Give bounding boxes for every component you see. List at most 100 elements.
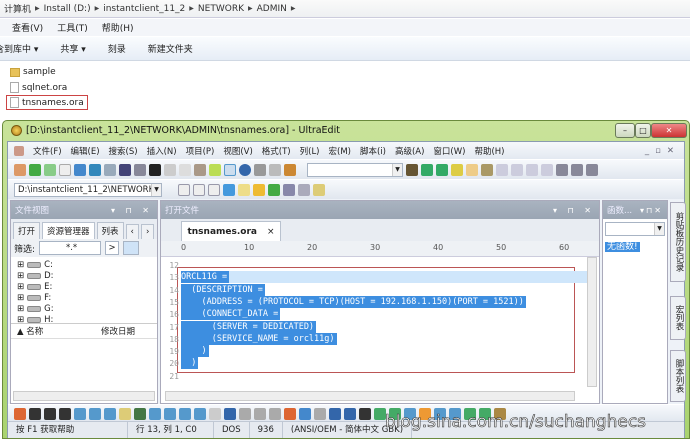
menu-format[interactable]: 格式(T) — [262, 145, 291, 157]
copy-icon[interactable] — [269, 163, 281, 176]
toolbar-icon[interactable] — [224, 407, 236, 420]
menu-tools[interactable]: 工具(T) — [57, 21, 88, 34]
code-area[interactable]: 12 13 ORCL11G = 14 (DESCRIPTION = 15 (ADDRES… — [161, 261, 587, 385]
toolbar-icon[interactable] — [44, 407, 56, 420]
close-tab-icon[interactable]: × — [267, 227, 275, 237]
wrap-icon[interactable] — [224, 163, 236, 176]
close-button[interactable]: ✕ — [651, 123, 687, 138]
toolbar-icon[interactable] — [299, 407, 311, 420]
view-icon[interactable] — [541, 163, 553, 176]
drive-item[interactable]: ⊞ C: — [11, 259, 157, 270]
tab-open[interactable]: 打开 — [13, 222, 41, 239]
path-combo[interactable]: D:\instantclient_11_2\NETWORK ▼ — [14, 182, 162, 197]
panel-controls[interactable]: ▾⊓✕ — [640, 206, 663, 215]
mdi-window-controls[interactable]: _▫✕ — [645, 146, 680, 156]
menu-help[interactable]: 帮助(H) — [102, 21, 134, 34]
browse-folder-button[interactable] — [123, 241, 140, 255]
crumb-network[interactable]: NETWORK — [198, 4, 244, 14]
menu-insert[interactable]: 插入(N) — [147, 145, 177, 157]
new-folder-button[interactable]: 新建文件夹 — [148, 42, 193, 55]
toolbar-icon[interactable] — [104, 407, 116, 420]
drive-item[interactable]: ⊞ D: — [11, 270, 157, 281]
menu-help[interactable]: 帮助(H) — [474, 145, 504, 157]
web-icon[interactable] — [239, 163, 251, 176]
msdn-icon[interactable] — [223, 183, 235, 196]
drive-item[interactable]: ⊞ G: — [11, 303, 157, 314]
menu-window[interactable]: 窗口(W) — [433, 145, 465, 157]
crumb-drive[interactable]: Install (D:) — [44, 4, 91, 14]
include-in-library-button[interactable]: 包含到库中 ▾ — [0, 42, 38, 55]
view-icon[interactable] — [526, 163, 538, 176]
ps-icon[interactable] — [268, 183, 280, 196]
wikipedia-icon[interactable] — [208, 183, 220, 196]
column-name[interactable]: ▲ 名称 — [11, 325, 83, 337]
toolbar-icon[interactable] — [29, 407, 41, 420]
menu-advanced[interactable]: 高级(A) — [395, 145, 424, 157]
filter-input[interactable]: *.* — [39, 241, 102, 255]
cut-icon[interactable] — [254, 163, 266, 176]
toolbar-icon[interactable] — [239, 407, 251, 420]
share-button[interactable]: 共享 ▾ — [60, 42, 85, 55]
crumb-instantclient[interactable]: instantclient_11_2 — [103, 4, 185, 14]
file-item-selected[interactable]: tnsnames.ora — [6, 95, 88, 110]
bookmark-icon[interactable] — [451, 163, 463, 176]
toolbar-icon[interactable] — [59, 407, 71, 420]
find-prev-icon[interactable] — [421, 163, 433, 176]
minimize-button[interactable]: – — [615, 123, 635, 138]
forward-icon[interactable] — [44, 163, 56, 176]
back-icon[interactable] — [29, 163, 41, 176]
print-preview-icon[interactable] — [134, 163, 146, 176]
burn-button[interactable]: 刻录 — [108, 42, 126, 55]
crumb-admin[interactable]: ADMIN — [257, 4, 287, 14]
paste-icon[interactable] — [284, 163, 296, 176]
tab-clipboard-history[interactable]: 剪贴板历史记录 — [670, 202, 686, 282]
google-icon[interactable] — [178, 183, 190, 196]
search-combo[interactable]: ▼ — [307, 162, 403, 177]
tab-scroll-left[interactable]: ‹ — [125, 224, 139, 239]
menu-edit[interactable]: 编辑(E) — [71, 145, 100, 157]
find-icon[interactable] — [406, 163, 418, 176]
toolbar-icon[interactable] — [344, 407, 356, 420]
tab-explorer[interactable]: 资源管理器 — [42, 222, 95, 239]
replace-icon[interactable] — [466, 163, 478, 176]
function-filter-combo[interactable]: ▼ — [605, 222, 665, 236]
toolbar-icon[interactable] — [314, 407, 326, 420]
tool-icon[interactable] — [298, 183, 310, 196]
format-icon[interactable] — [164, 163, 176, 176]
maximize-button[interactable]: □ — [635, 123, 651, 138]
horizontal-scrollbar[interactable] — [165, 391, 575, 401]
cascade-icon[interactable] — [586, 163, 598, 176]
menu-macro[interactable]: 宏(M) — [329, 145, 351, 157]
find-files-icon[interactable] — [481, 163, 493, 176]
menu-script[interactable]: 脚本(i) — [360, 145, 386, 157]
apply-filter-button[interactable]: > — [105, 241, 120, 255]
crumb-computer[interactable]: 计算机 — [4, 2, 31, 15]
view-icon[interactable] — [511, 163, 523, 176]
file-item[interactable]: sqlnet.ora — [10, 82, 67, 93]
toolbar-icon[interactable] — [254, 407, 266, 420]
toolbar-icon[interactable] — [14, 407, 26, 420]
column-icon[interactable] — [194, 163, 206, 176]
tab-script-list[interactable]: 脚本列表 — [670, 350, 686, 402]
drive-item[interactable]: ⊞ H: — [11, 314, 157, 324]
save-all-icon[interactable] — [104, 163, 116, 176]
open-icon[interactable] — [74, 163, 86, 176]
panel-controls[interactable]: ▾ ⊓ ✕ — [553, 206, 595, 215]
tool-icon[interactable] — [283, 183, 295, 196]
horizontal-scrollbar[interactable] — [13, 391, 155, 401]
view-icon[interactable] — [496, 163, 508, 176]
toolbar-icon[interactable] — [89, 407, 101, 420]
php-icon[interactable] — [253, 183, 265, 196]
toolbar-icon[interactable] — [149, 407, 161, 420]
font-icon[interactable] — [149, 163, 161, 176]
print-icon[interactable] — [119, 163, 131, 176]
toolbar-icon[interactable] — [284, 407, 296, 420]
new-file-icon[interactable] — [59, 163, 71, 176]
menu-view[interactable]: 查看(V) — [12, 21, 43, 34]
file-item[interactable]: sample — [10, 67, 56, 77]
column-modified[interactable]: 修改日期 — [83, 325, 135, 337]
toolbar-icon[interactable] — [329, 407, 341, 420]
dictionary-icon[interactable] — [238, 183, 250, 196]
drive-item[interactable]: ⊞ F: — [11, 292, 157, 303]
menu-project[interactable]: 项目(P) — [186, 145, 215, 157]
